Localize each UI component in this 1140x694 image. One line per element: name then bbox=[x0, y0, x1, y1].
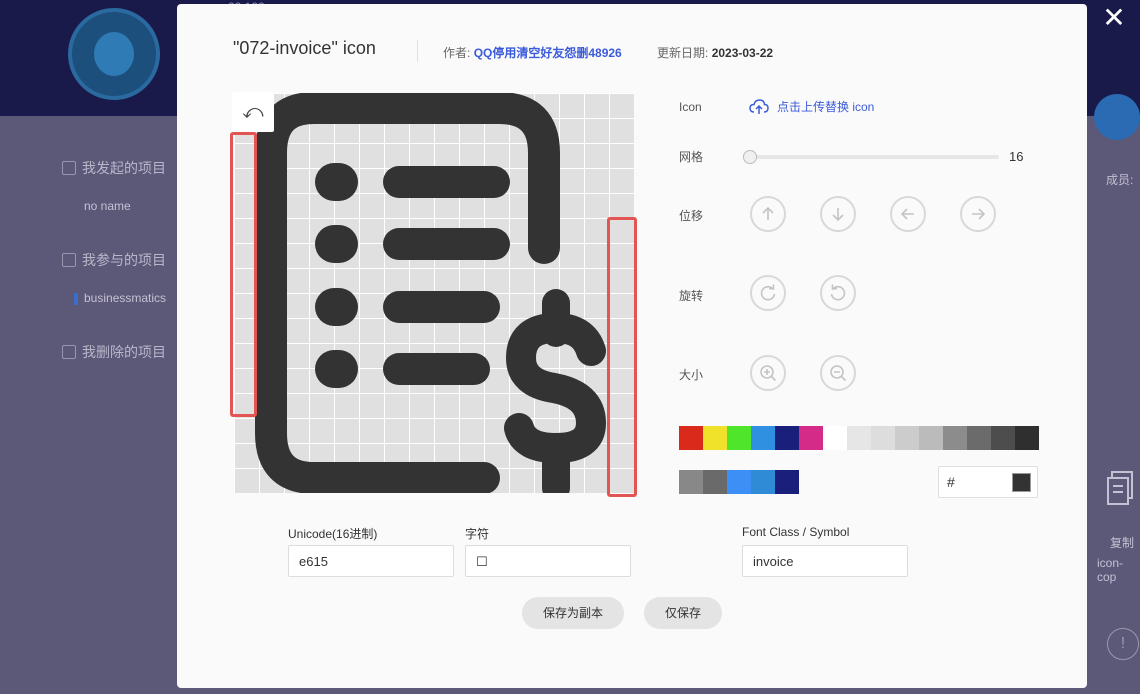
color-swatch[interactable] bbox=[703, 426, 727, 450]
undo-button[interactable]: ⤺ bbox=[232, 92, 274, 132]
size-label: 大小 bbox=[679, 368, 704, 382]
trash-icon bbox=[62, 345, 76, 359]
color-swatch[interactable] bbox=[775, 426, 799, 450]
rotate-ccw-icon bbox=[830, 284, 846, 301]
grid-value: 16 bbox=[1009, 149, 1024, 164]
unicode-input[interactable]: e615 bbox=[288, 545, 454, 577]
color-swatch[interactable] bbox=[1015, 426, 1039, 450]
rotate-counterclockwise-button[interactable] bbox=[820, 275, 856, 311]
arrow-down-icon bbox=[832, 208, 844, 222]
color-swatch[interactable] bbox=[751, 426, 775, 450]
title-divider bbox=[417, 40, 418, 62]
color-swatch[interactable] bbox=[919, 426, 943, 450]
icon-edit-canvas[interactable] bbox=[234, 93, 634, 493]
grid-slider-handle[interactable] bbox=[743, 150, 757, 164]
color-swatch[interactable] bbox=[727, 470, 751, 494]
color-swatch[interactable] bbox=[943, 426, 967, 450]
color-swatch[interactable] bbox=[751, 470, 775, 494]
upload-replace-link[interactable]: 点击上传替换 icon bbox=[749, 98, 874, 115]
rotate-clockwise-button[interactable] bbox=[750, 275, 786, 311]
arrow-up-icon bbox=[762, 206, 774, 220]
color-swatch[interactable] bbox=[679, 470, 703, 494]
project-icon bbox=[62, 161, 76, 175]
rotate-cw-icon bbox=[760, 284, 776, 301]
arrow-left-icon bbox=[900, 208, 914, 220]
rotate-label: 旋转 bbox=[679, 289, 704, 303]
project-name: businessmatics bbox=[84, 291, 167, 305]
project-color-bar bbox=[74, 292, 78, 305]
zoom-in-button[interactable] bbox=[750, 355, 786, 391]
color-swatch[interactable] bbox=[775, 470, 799, 494]
zoom-out-icon bbox=[830, 365, 847, 382]
char-input[interactable]: ☐ bbox=[465, 545, 631, 577]
grid-slider-track[interactable] bbox=[749, 155, 999, 159]
upload-label: 点击上传替换 icon bbox=[777, 100, 875, 114]
arrow-right-icon bbox=[972, 208, 986, 220]
date-value: 2023-03-22 bbox=[711, 46, 774, 60]
highlight-box-right bbox=[607, 217, 637, 497]
color-swatch[interactable] bbox=[871, 426, 895, 450]
zoom-in-icon bbox=[760, 365, 777, 382]
sidebar-item-deleted[interactable]: 我删除的项目 bbox=[62, 342, 166, 362]
hex-color-input[interactable]: # bbox=[938, 466, 1038, 498]
cloud-upload-icon bbox=[749, 98, 769, 114]
close-icon[interactable]: ✕ bbox=[1100, 4, 1128, 32]
sidebar-item-participated[interactable]: 我参与的项目 bbox=[62, 250, 166, 270]
color-swatch[interactable] bbox=[967, 426, 991, 450]
save-as-copy-button[interactable]: 保存为副本 bbox=[522, 597, 624, 629]
current-color-preview[interactable] bbox=[1012, 473, 1031, 492]
color-swatch[interactable] bbox=[847, 426, 871, 450]
color-swatch[interactable] bbox=[727, 426, 751, 450]
unicode-label: Unicode(16进制) bbox=[288, 527, 378, 541]
grid-label: 网格 bbox=[679, 150, 704, 164]
members-label: 成员: bbox=[1106, 173, 1134, 187]
icon-title: "072-invoice" icon bbox=[233, 38, 376, 58]
move-up-button[interactable] bbox=[750, 196, 786, 232]
copy-label[interactable]: 复制 bbox=[1110, 534, 1134, 551]
color-swatch[interactable] bbox=[895, 426, 919, 450]
color-swatch[interactable] bbox=[703, 470, 727, 494]
author-link[interactable]: QQ停用清空好友怨删48926 bbox=[474, 46, 622, 60]
move-right-button[interactable] bbox=[960, 196, 996, 232]
hex-hash-symbol: # bbox=[947, 474, 955, 490]
author-meta: 作者: QQ停用清空好友怨删48926 bbox=[443, 44, 622, 61]
project-logo bbox=[68, 8, 160, 100]
color-palette-row-1 bbox=[679, 426, 1039, 450]
sidebar-item-label: 我删除的项目 bbox=[82, 344, 166, 360]
move-down-button[interactable] bbox=[820, 196, 856, 232]
icon-edit-modal: "072-invoice" icon 作者: QQ停用清空好友怨删48926 更… bbox=[177, 4, 1087, 688]
info-icon[interactable]: ! bbox=[1107, 628, 1139, 660]
no-name-item[interactable]: no name bbox=[84, 199, 131, 213]
highlight-box-left bbox=[230, 132, 257, 417]
fontclass-input[interactable]: invoice bbox=[742, 545, 908, 577]
invoice-icon bbox=[255, 93, 606, 493]
color-palette-row-2 bbox=[679, 470, 799, 494]
project-icon bbox=[62, 253, 76, 267]
date-label: 更新日期: bbox=[657, 46, 709, 60]
color-swatch[interactable] bbox=[991, 426, 1015, 450]
date-meta: 更新日期: 2023-03-22 bbox=[657, 44, 773, 61]
save-only-button[interactable]: 仅保存 bbox=[644, 597, 722, 629]
zoom-out-button[interactable] bbox=[820, 355, 856, 391]
sidebar-item-initiated[interactable]: 我发起的项目 bbox=[62, 158, 166, 178]
color-swatch[interactable] bbox=[799, 426, 823, 450]
icon-label: Icon bbox=[679, 100, 702, 114]
copy-icon[interactable] bbox=[1106, 470, 1136, 506]
move-left-button[interactable] bbox=[890, 196, 926, 232]
copy-code-label: icon-cop bbox=[1097, 556, 1124, 584]
move-label: 位移 bbox=[679, 209, 704, 223]
add-folder-button[interactable] bbox=[1094, 94, 1140, 140]
sidebar-item-label: 我发起的项目 bbox=[82, 160, 166, 176]
color-swatch[interactable] bbox=[823, 426, 847, 450]
fontclass-label: Font Class / Symbol bbox=[742, 525, 850, 539]
char-label: 字符 bbox=[465, 527, 490, 541]
project-item-businessmatics[interactable]: businessmatics bbox=[74, 291, 166, 305]
sidebar-item-label: 我参与的项目 bbox=[82, 252, 166, 268]
color-swatch[interactable] bbox=[679, 426, 703, 450]
author-label: 作者: bbox=[443, 46, 471, 60]
